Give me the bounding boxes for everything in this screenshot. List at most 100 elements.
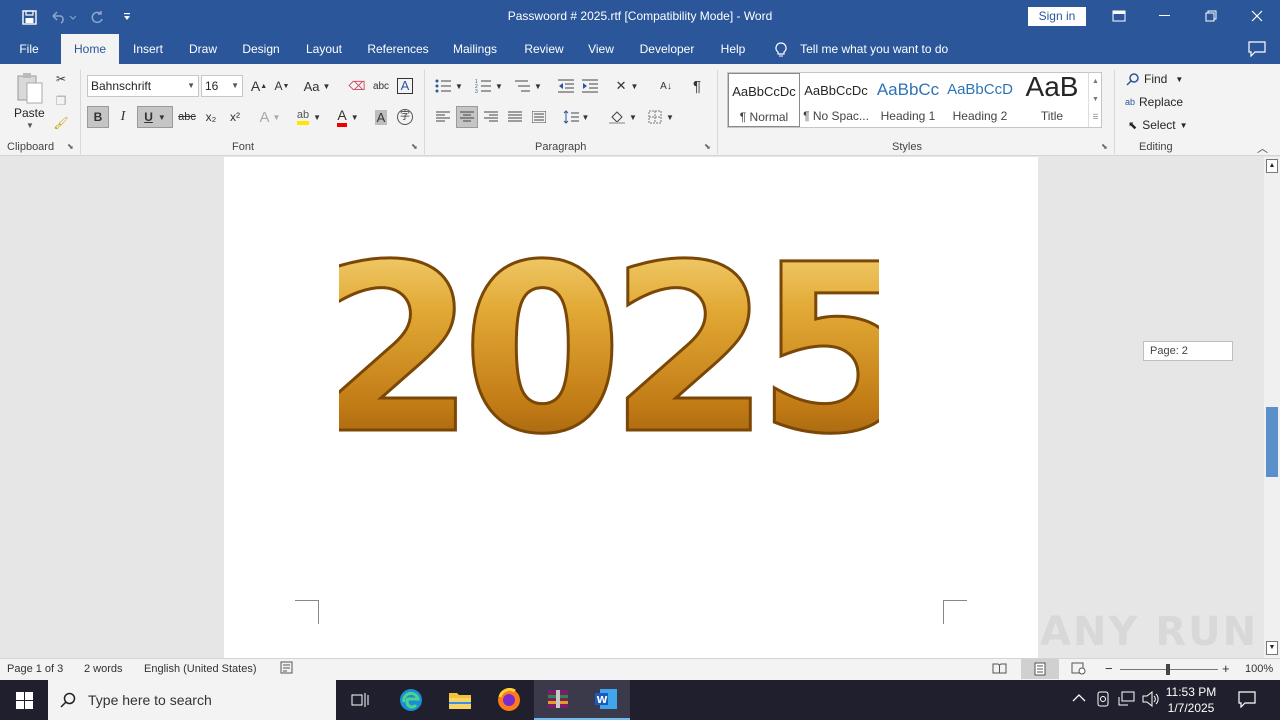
- tab-mailings[interactable]: Mailings: [446, 34, 504, 64]
- cut-icon[interactable]: ✂: [52, 68, 70, 90]
- subscript-button[interactable]: x₂: [200, 106, 222, 128]
- volume-icon[interactable]: [1142, 690, 1160, 710]
- minimize-icon[interactable]: [1142, 0, 1188, 32]
- tab-developer[interactable]: Developer: [632, 34, 702, 64]
- character-shading-icon[interactable]: A: [371, 106, 391, 128]
- close-icon[interactable]: [1234, 0, 1280, 32]
- ribbon-display-options-icon[interactable]: [1096, 0, 1142, 32]
- find-button[interactable]: Find ▼: [1126, 70, 1183, 88]
- shading-icon[interactable]: ▼: [606, 106, 640, 128]
- text-effects-icon[interactable]: A ▼: [254, 106, 286, 128]
- font-size-combo[interactable]: 16 ▼: [201, 75, 243, 97]
- scroll-thumb[interactable]: [1266, 407, 1278, 477]
- scroll-down-icon[interactable]: ▼: [1266, 641, 1278, 655]
- task-view-icon[interactable]: [336, 680, 384, 720]
- tab-review[interactable]: Review: [516, 34, 572, 64]
- superscript-button[interactable]: x²: [224, 106, 246, 128]
- network-icon[interactable]: [1118, 691, 1136, 710]
- style-heading-1[interactable]: AaBbCc Heading 1: [872, 73, 944, 127]
- tab-design[interactable]: Design: [236, 34, 286, 64]
- increase-indent-icon[interactable]: [580, 75, 600, 97]
- firefox-icon[interactable]: [485, 680, 533, 720]
- macro-recording-icon[interactable]: [280, 661, 293, 677]
- clear-formatting-icon[interactable]: ⌫: [346, 75, 368, 97]
- chevron-down-icon[interactable]: ▼: [1089, 91, 1102, 109]
- scroll-up-icon[interactable]: ▲: [1266, 159, 1278, 173]
- styles-launcher-icon[interactable]: ⬊: [1101, 142, 1108, 151]
- distributed-icon[interactable]: [528, 106, 550, 128]
- restore-icon[interactable]: [1188, 0, 1234, 32]
- style-heading-2[interactable]: AaBbCcD Heading 2: [944, 73, 1016, 127]
- zoom-out-button[interactable]: −: [1105, 661, 1113, 676]
- paste-button[interactable]: Paste: [14, 106, 45, 120]
- numbering-icon[interactable]: 1 2 3 ▼: [472, 75, 506, 97]
- tell-me-box[interactable]: Tell me what you want to do: [775, 34, 948, 64]
- style-no-spacing[interactable]: AaBbCcDc ¶ No Spac...: [800, 73, 872, 127]
- align-left-icon[interactable]: [432, 106, 454, 128]
- read-mode-icon[interactable]: [992, 662, 1007, 678]
- font-name-combo[interactable]: Bahnschrift ▼: [87, 75, 199, 97]
- style-title[interactable]: AaB Title: [1016, 71, 1088, 127]
- enclose-character-icon[interactable]: A: [395, 75, 415, 97]
- tab-references[interactable]: References: [362, 34, 434, 64]
- tab-layout[interactable]: Layout: [298, 34, 350, 64]
- change-case-button[interactable]: Aa ▼: [300, 75, 334, 97]
- grow-font-button[interactable]: A ▲: [249, 75, 269, 97]
- document-page[interactable]: 2025: [224, 157, 1038, 658]
- bullets-icon[interactable]: ▼: [432, 75, 466, 97]
- chevron-up-icon[interactable]: ▲: [1089, 73, 1102, 91]
- web-layout-icon[interactable]: [1071, 662, 1086, 678]
- start-button[interactable]: [0, 680, 48, 720]
- page-count[interactable]: Page 1 of 3: [7, 663, 63, 675]
- clipboard-launcher-icon[interactable]: ⬊: [67, 142, 74, 151]
- align-center-icon[interactable]: [456, 106, 478, 128]
- shrink-font-button[interactable]: A ▼: [272, 75, 292, 97]
- language[interactable]: English (United States): [144, 663, 257, 675]
- file-explorer-icon[interactable]: [436, 680, 484, 720]
- style-normal[interactable]: AaBbCcDc ¶ Normal: [728, 73, 800, 127]
- paragraph-launcher-icon[interactable]: ⬊: [704, 142, 711, 151]
- collapse-ribbon-icon[interactable]: ︿: [1257, 140, 1268, 156]
- more-styles-icon[interactable]: ☰: [1089, 109, 1102, 127]
- enclose-icon[interactable]: 字: [395, 106, 415, 128]
- word-count[interactable]: 2 words: [84, 663, 123, 675]
- paste-icon[interactable]: [12, 68, 48, 108]
- clock[interactable]: 11:53 PM 1/7/2025: [1160, 684, 1222, 716]
- tab-insert[interactable]: Insert: [126, 34, 170, 64]
- comments-icon[interactable]: [1248, 41, 1266, 60]
- strikethrough-button[interactable]: abc: [176, 106, 198, 128]
- multilevel-list-icon[interactable]: ▼: [511, 75, 545, 97]
- tab-draw[interactable]: Draw: [181, 34, 225, 64]
- bold-button[interactable]: B: [87, 106, 109, 128]
- format-painter-icon[interactable]: 🖌: [52, 112, 70, 134]
- highlight-icon[interactable]: ab ▼: [292, 106, 326, 128]
- copy-icon[interactable]: ❐: [52, 90, 70, 112]
- zoom-in-button[interactable]: +: [1222, 661, 1230, 676]
- tab-view[interactable]: View: [582, 34, 620, 64]
- italic-button[interactable]: I: [112, 106, 134, 128]
- line-spacing-icon[interactable]: ▼: [560, 106, 592, 128]
- taskbar-search[interactable]: Type here to search: [48, 680, 336, 720]
- zoom-slider-thumb[interactable]: [1166, 664, 1170, 675]
- sign-in-button[interactable]: Sign in: [1028, 7, 1086, 26]
- edge-icon[interactable]: [387, 680, 435, 720]
- winrar-icon[interactable]: [534, 680, 582, 720]
- device-icon[interactable]: [1096, 691, 1110, 710]
- align-right-icon[interactable]: [480, 106, 502, 128]
- decrease-indent-icon[interactable]: [556, 75, 576, 97]
- image-2025[interactable]: 2025: [339, 232, 879, 452]
- replace-button[interactable]: ab Replace: [1125, 93, 1183, 111]
- phonetic-guide-icon[interactable]: abc: [370, 75, 392, 97]
- show-formatting-marks-icon[interactable]: ¶: [687, 75, 707, 97]
- paste-dropdown-icon[interactable]: ▼: [26, 121, 34, 130]
- word-app-icon[interactable]: W: [582, 680, 630, 720]
- show-hidden-icons-icon[interactable]: [1072, 692, 1086, 706]
- print-layout-icon[interactable]: [1021, 659, 1059, 679]
- styles-scroll[interactable]: ▲ ▼ ☰: [1088, 73, 1102, 127]
- tab-file[interactable]: File: [10, 34, 48, 64]
- zoom-level[interactable]: 100%: [1245, 663, 1273, 675]
- asian-layout-icon[interactable]: ✕ ▼: [612, 75, 642, 97]
- underline-button[interactable]: U ▼: [137, 106, 173, 128]
- font-launcher-icon[interactable]: ⬊: [411, 142, 418, 151]
- borders-icon[interactable]: ▼: [644, 106, 678, 128]
